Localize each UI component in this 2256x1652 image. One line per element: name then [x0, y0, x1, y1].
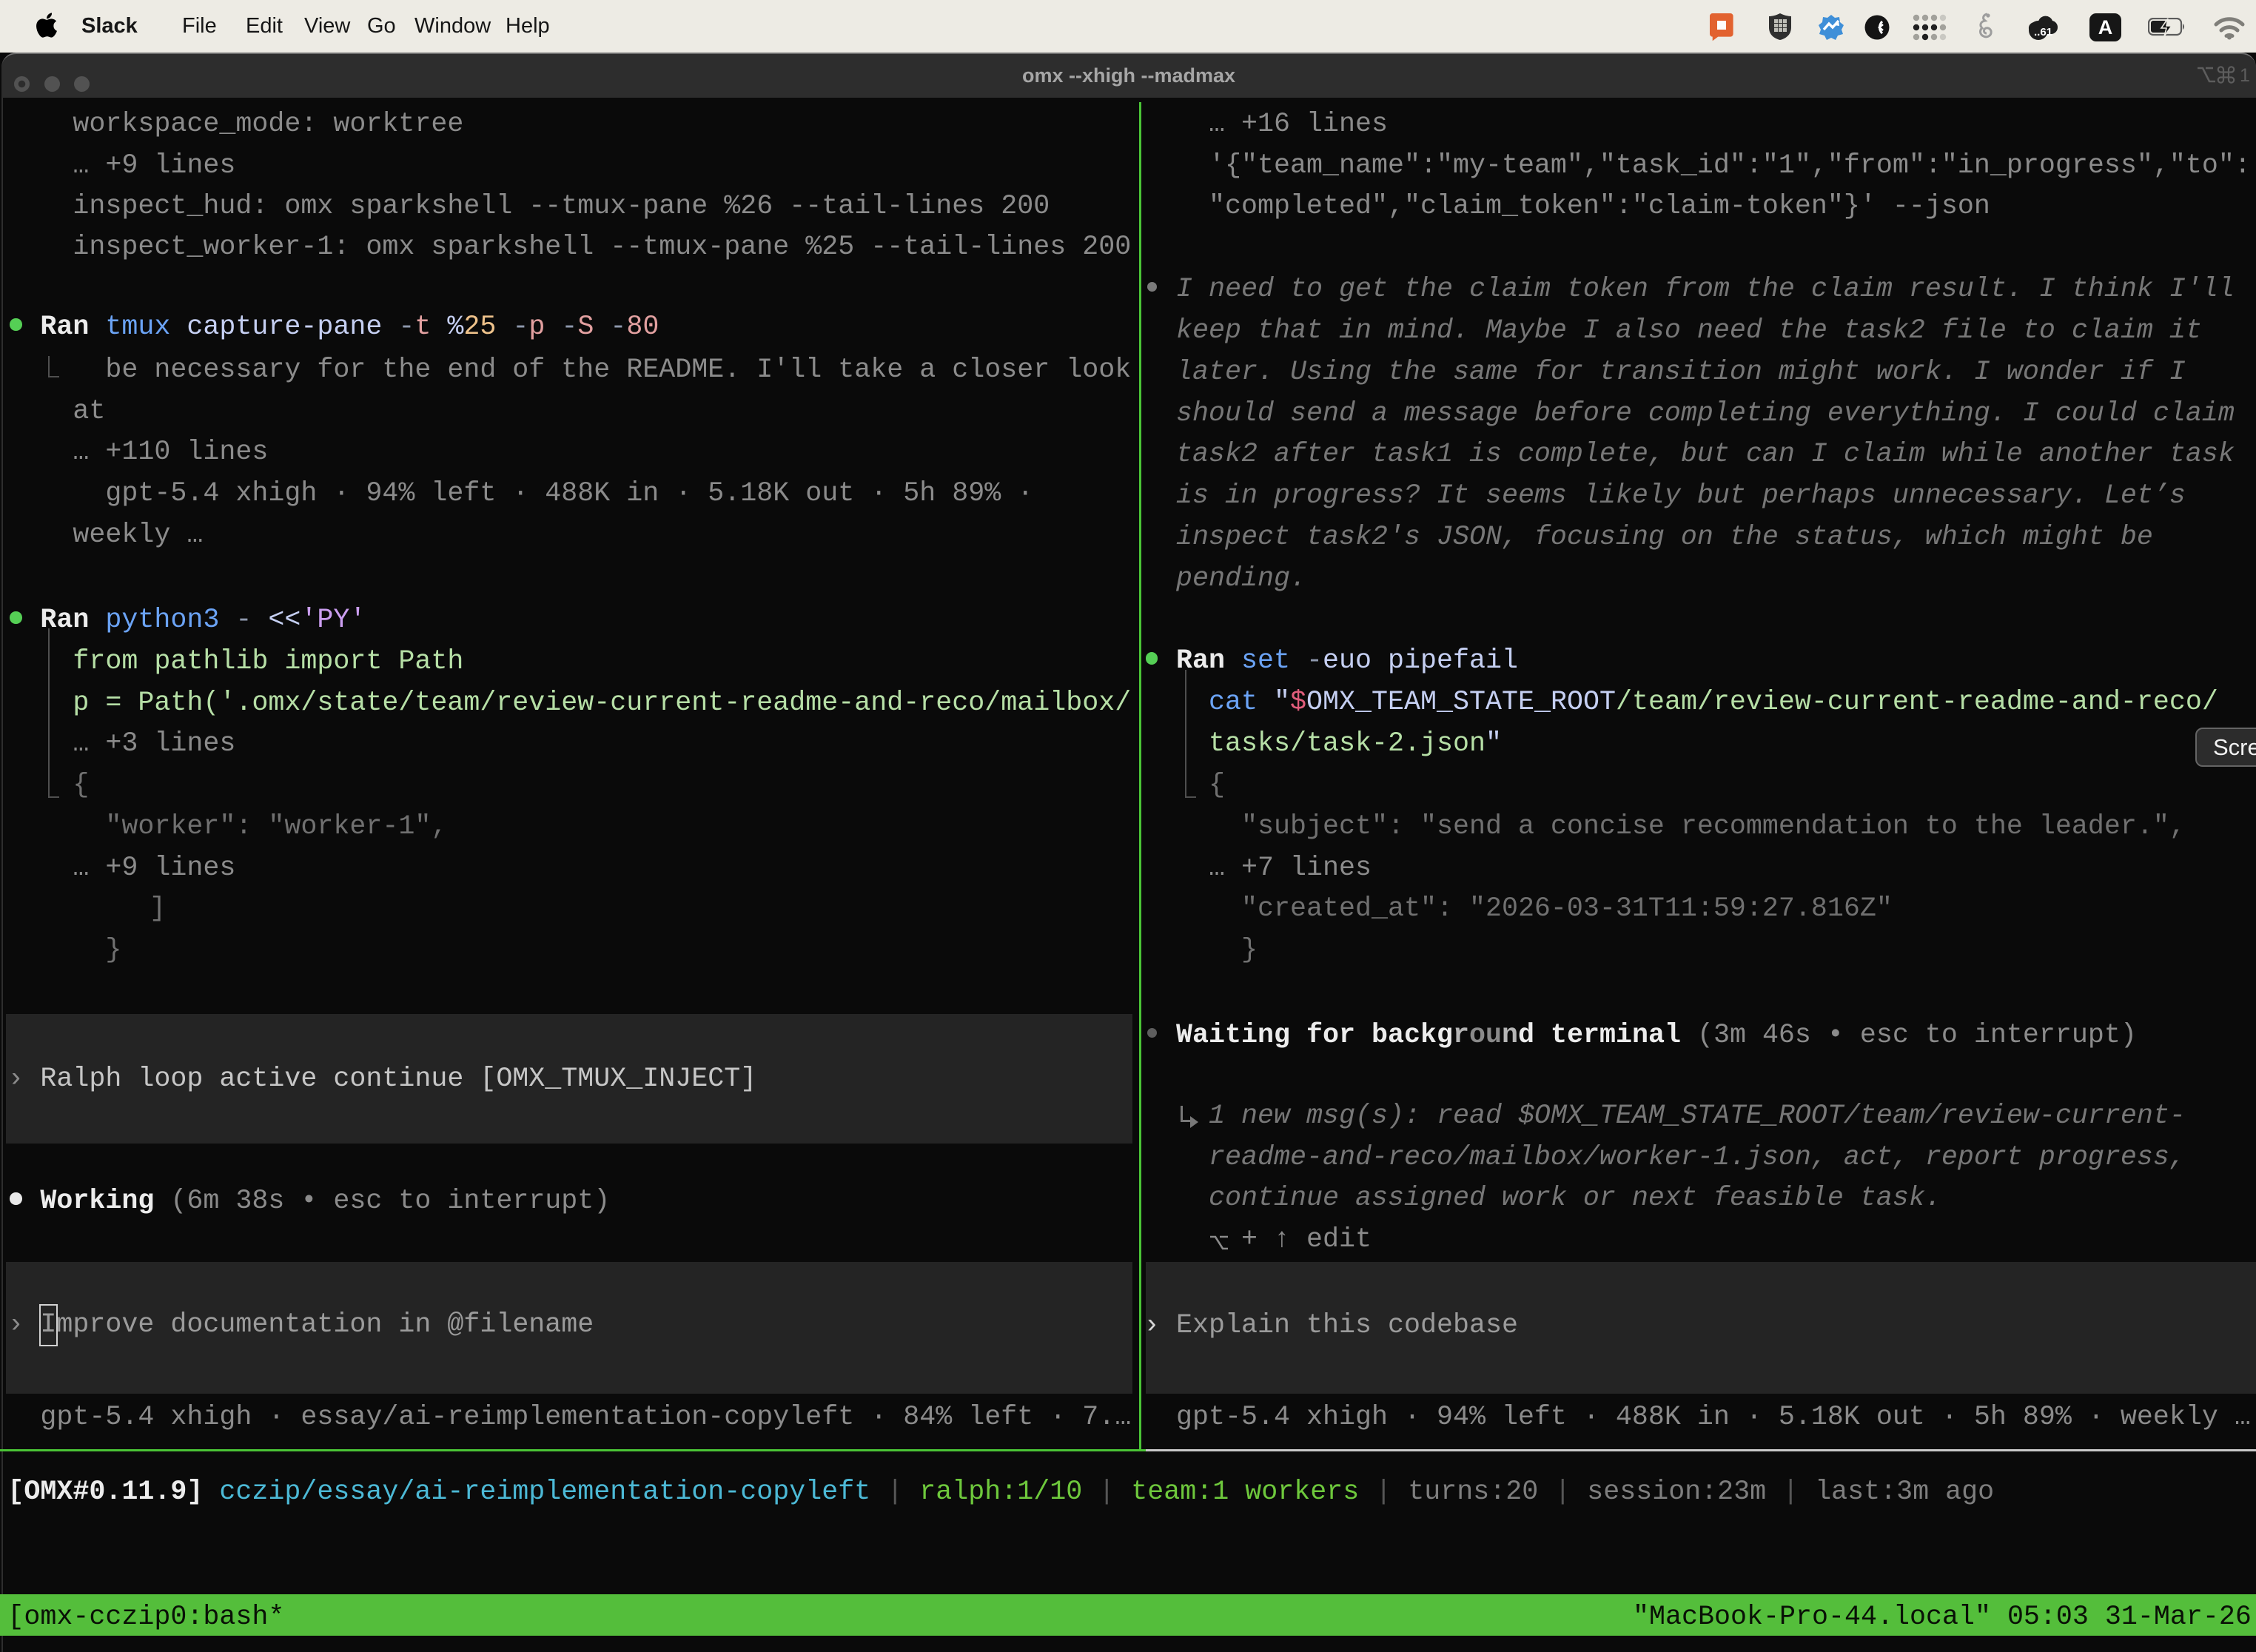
svg-text:1: 1 — [2240, 65, 2250, 84]
svg-text:..61: ..61 — [2034, 26, 2052, 38]
